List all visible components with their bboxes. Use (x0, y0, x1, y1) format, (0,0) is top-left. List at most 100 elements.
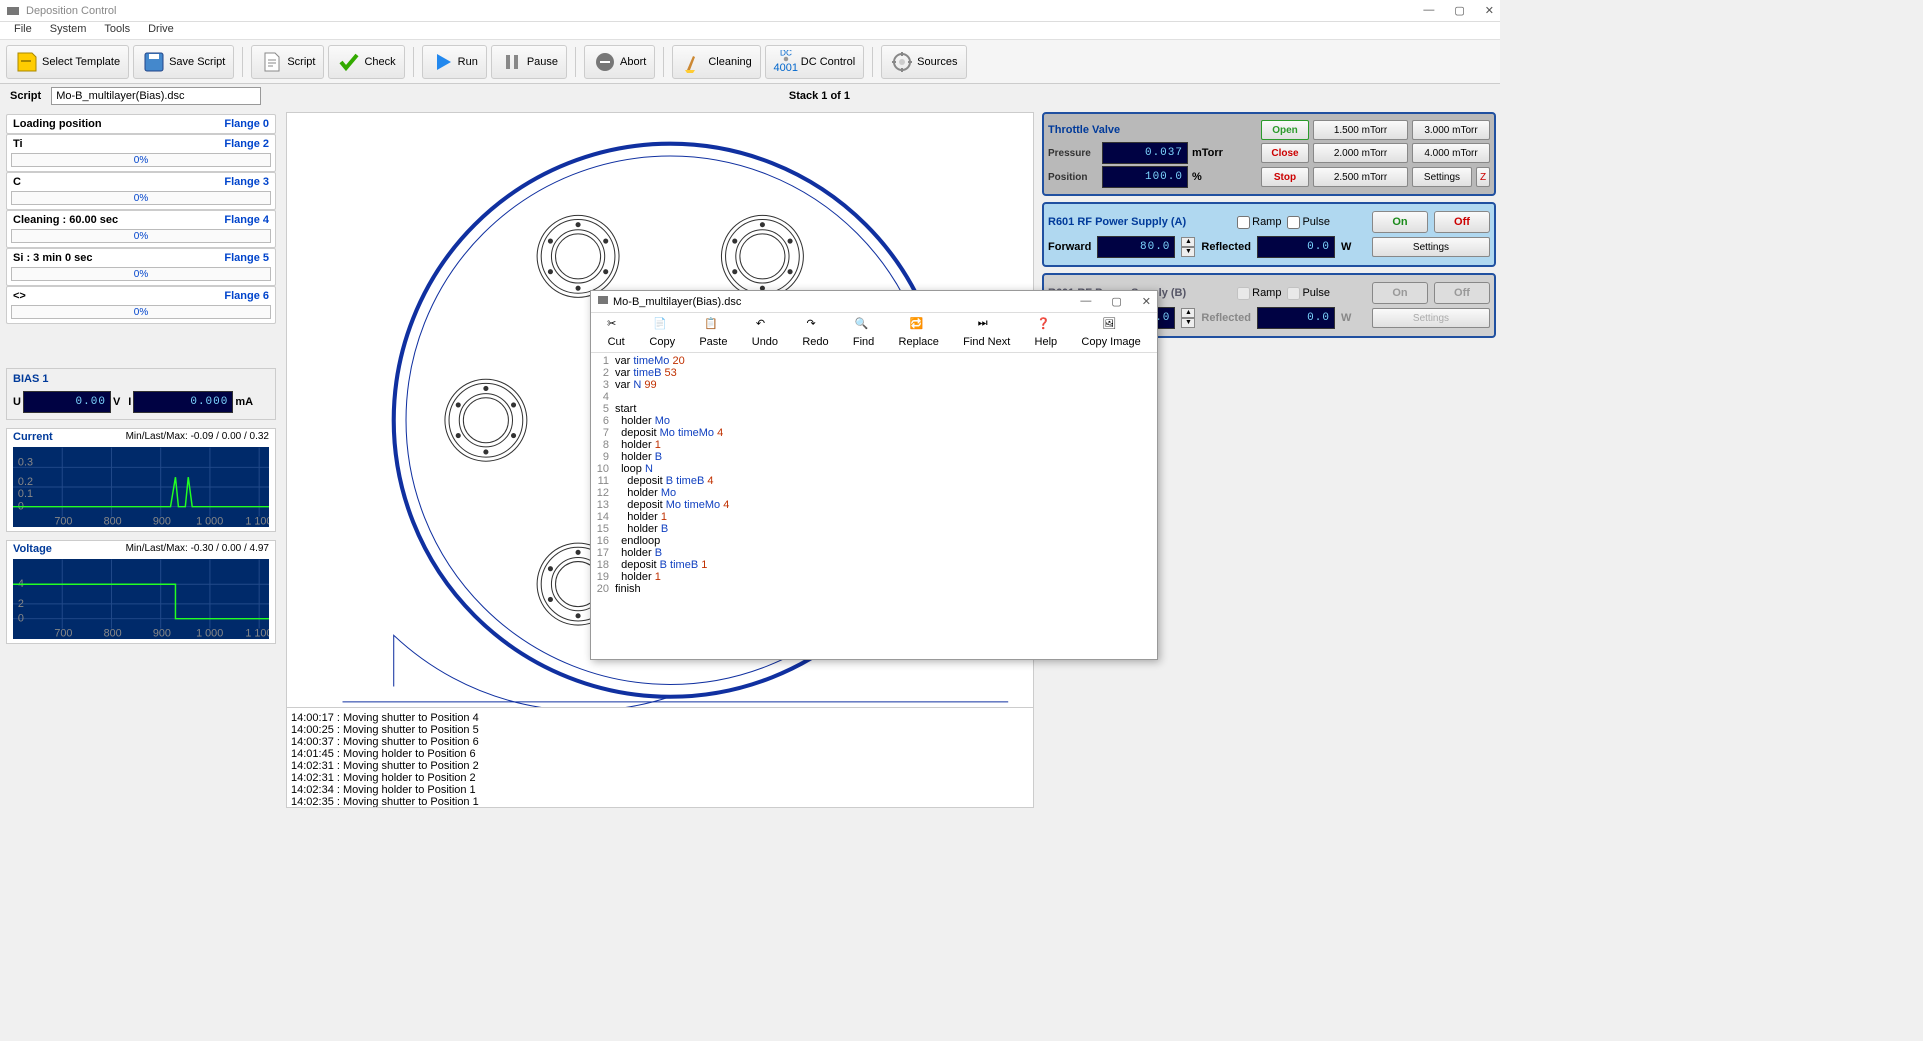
rf-supply-a-panel: R601 RF Power Supply (A) Ramp Pulse On O… (1042, 202, 1496, 267)
code-line: 15 holder B (591, 523, 1157, 535)
flange-title: Ti (13, 138, 23, 150)
editor-close-icon[interactable]: ✕ (1142, 295, 1151, 308)
code-line: 12 holder Mo (591, 487, 1157, 499)
current-plot: 0.30.20.10 7008009001 0001 100 (13, 447, 269, 527)
editor-paste-button[interactable]: 📋Paste (699, 317, 727, 348)
throttle-preset-2[interactable]: 2.000 mTorr (1313, 143, 1408, 163)
pause-button[interactable]: Pause (491, 45, 567, 79)
replace-icon: 🔁 (910, 317, 928, 335)
log-line: 14:00:17 : Moving shutter to Position 4 (291, 712, 1029, 724)
svg-text:0.2: 0.2 (18, 476, 33, 488)
code-area[interactable]: 1var timeMo 202var timeB 533var N 994 5s… (591, 353, 1157, 659)
code-line: 1var timeMo 20 (591, 355, 1157, 367)
flange-num: Flange 4 (224, 214, 269, 226)
close-icon[interactable]: ✕ (1485, 4, 1494, 17)
editor-maximize-icon[interactable]: ▢ (1111, 295, 1121, 308)
rf-a-on-button[interactable]: On (1372, 211, 1428, 233)
svg-text:800: 800 (104, 627, 122, 639)
rf-b-off-button[interactable]: Off (1434, 282, 1490, 304)
menu-drive[interactable]: Drive (140, 22, 182, 39)
editor-copy-button[interactable]: 📄Copy (649, 317, 675, 348)
rf-a-pulse-check[interactable]: Pulse (1287, 216, 1330, 229)
editor-find-button[interactable]: 🔍Find (853, 317, 874, 348)
flange-box-1: TiFlange 20% (6, 134, 276, 172)
throttle-preset-1[interactable]: 1.500 mTorr (1313, 120, 1408, 140)
run-icon (431, 50, 455, 74)
rf-a-ramp-check[interactable]: Ramp (1237, 216, 1281, 229)
window-titlebar: Deposition Control — ▢ ✕ (0, 0, 1500, 22)
code-line: 5start (591, 403, 1157, 415)
throttle-preset-3[interactable]: 2.500 mTorr (1313, 167, 1408, 187)
throttle-z-button[interactable]: Z (1476, 167, 1490, 187)
editor-undo-button[interactable]: ↶Undo (752, 317, 778, 348)
check-button[interactable]: Check (328, 45, 404, 79)
dc-control-button[interactable]: DC4001DC Control (765, 45, 864, 79)
sources-icon (890, 50, 914, 74)
throttle-settings-button[interactable]: Settings (1412, 167, 1472, 187)
save-icon (142, 50, 166, 74)
flange-progress: 0% (11, 267, 271, 281)
svg-text:0.3: 0.3 (18, 456, 33, 468)
sources-button[interactable]: Sources (881, 45, 966, 79)
throttle-close-button[interactable]: Close (1261, 143, 1309, 163)
rf-a-fwd-label: Forward (1048, 241, 1091, 253)
rf-b-fwd-spinner[interactable]: ▲▼ (1181, 308, 1195, 328)
flange-box-3: Cleaning : 60.00 secFlange 40% (6, 210, 276, 248)
rf-b-on-button[interactable]: On (1372, 282, 1428, 304)
menu-system[interactable]: System (42, 22, 95, 39)
rf-b-pulse-check[interactable]: Pulse (1287, 287, 1330, 300)
throttle-stop-button[interactable]: Stop (1261, 167, 1309, 187)
flange-title: <> (13, 290, 26, 302)
log-box[interactable]: 14:00:17 : Moving shutter to Position 4 1… (287, 707, 1033, 807)
code-line: 9 holder B (591, 451, 1157, 463)
throttle-position-unit: % (1192, 171, 1202, 183)
rf-b-w-label: W (1341, 312, 1351, 324)
editor-title: Mo-B_multilayer(Bias).dsc (613, 296, 741, 308)
maximize-icon[interactable]: ▢ (1454, 4, 1464, 17)
script-button[interactable]: Script (251, 45, 324, 79)
rf-a-settings-button[interactable]: Settings (1372, 237, 1490, 257)
voltage-graph: VoltageMin/Last/Max: -0.30 / 0.00 / 4.97… (6, 540, 276, 644)
minimize-icon[interactable]: — (1423, 4, 1434, 17)
svg-text:1 100: 1 100 (245, 515, 269, 527)
editor-cut-button[interactable]: ✂Cut (607, 317, 625, 348)
menu-tools[interactable]: Tools (96, 22, 138, 39)
svg-text:0.1: 0.1 (18, 488, 33, 500)
rf-b-settings-button[interactable]: Settings (1372, 308, 1490, 328)
editor-app-icon (597, 294, 609, 309)
code-line: 14 holder 1 (591, 511, 1157, 523)
rf-b-ramp-check[interactable]: Ramp (1237, 287, 1281, 300)
code-line: 19 holder 1 (591, 571, 1157, 583)
bias-i-value: 0.000 (133, 391, 233, 413)
flange-box-0: Loading positionFlange 0 (6, 114, 276, 134)
dc-control-icon: DC4001 (774, 50, 798, 74)
run-button[interactable]: Run (422, 45, 487, 79)
editor-minimize-icon[interactable]: — (1080, 295, 1091, 308)
script-file-input[interactable] (51, 87, 261, 105)
code-line: 7 deposit Mo timeMo 4 (591, 427, 1157, 439)
editor-copy-image-button[interactable]: 🖼Copy Image (1081, 317, 1140, 348)
editor-find-next-button[interactable]: ⏭Find Next (963, 317, 1010, 348)
menu-file[interactable]: File (6, 22, 40, 39)
log-line: 14:02:31 : Moving holder to Position 2 (291, 772, 1029, 784)
editor-redo-button[interactable]: ↷Redo (802, 317, 828, 348)
rf-b-refl-label: Reflected (1201, 312, 1251, 324)
editor-help-button[interactable]: ❓Help (1035, 317, 1058, 348)
save-script-button[interactable]: Save Script (133, 45, 234, 79)
editor-replace-button[interactable]: 🔁Replace (899, 317, 939, 348)
script-icon (260, 50, 284, 74)
left-panel: Loading positionFlange 0TiFlange 20%CFla… (0, 108, 282, 812)
cleaning-button[interactable]: Cleaning (672, 45, 760, 79)
throttle-preset-5[interactable]: 4.000 mTorr (1412, 143, 1490, 163)
script-label: Script (10, 90, 41, 102)
current-stats: Min/Last/Max: -0.09 / 0.00 / 0.32 (126, 431, 269, 443)
abort-button[interactable]: Abort (584, 45, 655, 79)
throttle-preset-4[interactable]: 3.000 mTorr (1412, 120, 1490, 140)
flange-num: Flange 5 (224, 252, 269, 264)
select-template-button[interactable]: Select Template (6, 45, 129, 79)
svg-text:700: 700 (54, 627, 72, 639)
rf-a-off-button[interactable]: Off (1434, 211, 1490, 233)
main-toolbar: Select Template Save Script Script Check… (0, 40, 1500, 84)
rf-a-fwd-spinner[interactable]: ▲▼ (1181, 237, 1195, 257)
throttle-open-button[interactable]: Open (1261, 120, 1309, 140)
